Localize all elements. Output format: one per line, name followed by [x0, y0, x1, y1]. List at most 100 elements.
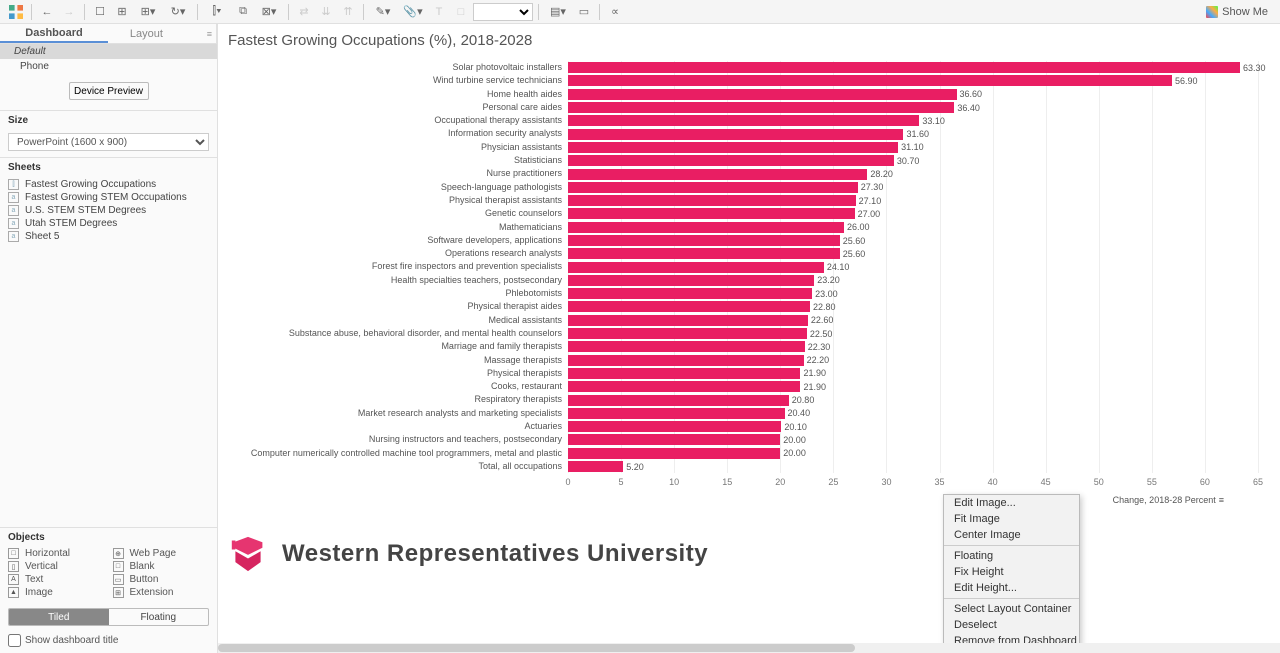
object-item[interactable]: AText: [8, 574, 105, 585]
bar-value: 31.60: [906, 129, 929, 139]
share-icon[interactable]: ∝: [605, 2, 625, 22]
bar[interactable]: [568, 142, 898, 153]
context-menu-item[interactable]: Fix Height: [944, 564, 1079, 580]
context-menu-item[interactable]: Fit Image: [944, 511, 1079, 527]
bar[interactable]: [568, 448, 780, 459]
device-preview-button[interactable]: Device Preview: [69, 82, 149, 100]
sort-desc-icon[interactable]: ⇈: [338, 2, 358, 22]
object-icon: □: [113, 561, 124, 572]
sheet-item[interactable]: ⫿Fastest Growing Occupations: [8, 178, 209, 191]
bar[interactable]: [568, 275, 814, 286]
tab-layout[interactable]: Layout≡: [108, 24, 217, 43]
bar[interactable]: [568, 381, 800, 392]
bar[interactable]: [568, 328, 807, 339]
context-menu-item[interactable]: Center Image: [944, 527, 1079, 543]
new-worksheet-icon[interactable]: ⫿▾: [203, 2, 231, 22]
bar[interactable]: [568, 434, 780, 445]
cards-icon[interactable]: ▤▾: [544, 2, 572, 22]
bar[interactable]: [568, 315, 808, 326]
bar[interactable]: [568, 75, 1172, 86]
new-sheet-icon[interactable]: ⊞: [112, 2, 132, 22]
bar[interactable]: [568, 288, 812, 299]
tab-menu-icon[interactable]: ≡: [207, 29, 216, 39]
x-tick: 50: [1094, 477, 1104, 487]
show-title-checkbox[interactable]: Show dashboard title: [0, 634, 217, 653]
object-item[interactable]: ⊞Extension: [113, 587, 210, 598]
object-item[interactable]: □Blank: [113, 561, 210, 572]
object-item[interactable]: ▭Button: [113, 574, 210, 585]
logo-icon[interactable]: [6, 2, 26, 22]
bar[interactable]: [568, 129, 903, 140]
clear-icon[interactable]: ⊠▾: [255, 2, 283, 22]
category-label: Actuaries: [228, 420, 568, 433]
bar[interactable]: [568, 155, 894, 166]
show-me-button[interactable]: Show Me: [1200, 6, 1274, 18]
bar-value: 21.90: [803, 368, 826, 378]
bar[interactable]: [568, 395, 789, 406]
object-item[interactable]: ▯Vertical: [8, 561, 105, 572]
context-menu-item[interactable]: Select Layout Container: [944, 601, 1079, 617]
bar[interactable]: [568, 115, 919, 126]
bar[interactable]: [568, 421, 781, 432]
bar[interactable]: [568, 368, 800, 379]
bar[interactable]: [568, 248, 840, 259]
bar-value: 27.30: [861, 182, 884, 192]
context-menu-item[interactable]: Edit Image...: [944, 495, 1079, 511]
new-ds-icon[interactable]: ⊞▾: [134, 2, 162, 22]
duplicate-icon[interactable]: ⧉: [233, 2, 253, 22]
bar[interactable]: [568, 341, 805, 352]
bar[interactable]: [568, 235, 840, 246]
tiled-button[interactable]: Tiled: [9, 609, 109, 625]
group-icon[interactable]: 📎▾: [399, 2, 427, 22]
swap-icon[interactable]: ⇄: [294, 2, 314, 22]
sheet-item[interactable]: aU.S. STEM STEM Degrees: [8, 204, 209, 217]
forward-icon[interactable]: →: [59, 2, 79, 22]
bar[interactable]: [568, 208, 855, 219]
bar[interactable]: [568, 62, 1240, 73]
bar[interactable]: [568, 408, 785, 419]
floating-button[interactable]: Floating: [109, 609, 209, 625]
present-icon[interactable]: ▭: [574, 2, 594, 22]
context-separator: [944, 598, 1079, 599]
bar[interactable]: [568, 195, 856, 206]
object-item[interactable]: ⊕Web Page: [113, 548, 210, 559]
default-device[interactable]: Default: [0, 44, 217, 59]
highlight-icon[interactable]: ✎▾: [369, 2, 397, 22]
context-menu-item[interactable]: Deselect: [944, 617, 1079, 633]
bar-value: 63.30: [1243, 63, 1266, 73]
bar[interactable]: [568, 102, 954, 113]
context-menu-item[interactable]: Edit Height...: [944, 580, 1079, 596]
sort-asc-icon[interactable]: ⇊: [316, 2, 336, 22]
bar[interactable]: [568, 461, 623, 472]
bar[interactable]: [568, 262, 824, 273]
object-item[interactable]: □Horizontal: [8, 548, 105, 559]
scrollbar-thumb[interactable]: [218, 644, 855, 652]
totals-icon[interactable]: T: [429, 2, 449, 22]
back-icon[interactable]: ←: [37, 2, 57, 22]
refresh-icon[interactable]: ↻▾: [164, 2, 192, 22]
bar[interactable]: [568, 301, 810, 312]
bar-row: 20.80: [568, 393, 1270, 406]
save-icon[interactable]: ☐: [90, 2, 110, 22]
sheet-item[interactable]: aUtah STEM Degrees: [8, 217, 209, 230]
tab-dashboard[interactable]: Dashboard: [0, 24, 108, 43]
bar-value: 22.50: [810, 329, 833, 339]
bar[interactable]: [568, 169, 867, 180]
bar[interactable]: [568, 89, 957, 100]
object-item[interactable]: ▲Image: [8, 587, 105, 598]
sheet-item[interactable]: aSheet 5: [8, 230, 209, 243]
sheet-item[interactable]: aFastest Growing STEM Occupations: [8, 191, 209, 204]
fit-select[interactable]: [473, 3, 533, 21]
show-title-input[interactable]: [8, 634, 21, 647]
size-select[interactable]: PowerPoint (1600 x 900): [8, 133, 209, 151]
horizontal-scrollbar[interactable]: [218, 643, 1280, 653]
bar[interactable]: [568, 222, 844, 233]
x-tick: 65: [1253, 477, 1263, 487]
work-icon[interactable]: □: [451, 2, 471, 22]
context-menu-item[interactable]: Floating: [944, 548, 1079, 564]
bar[interactable]: [568, 182, 858, 193]
bar-value: 22.30: [808, 342, 831, 352]
phone-device[interactable]: Phone: [0, 59, 217, 74]
bar[interactable]: [568, 355, 804, 366]
bar-row: 22.50: [568, 327, 1270, 340]
